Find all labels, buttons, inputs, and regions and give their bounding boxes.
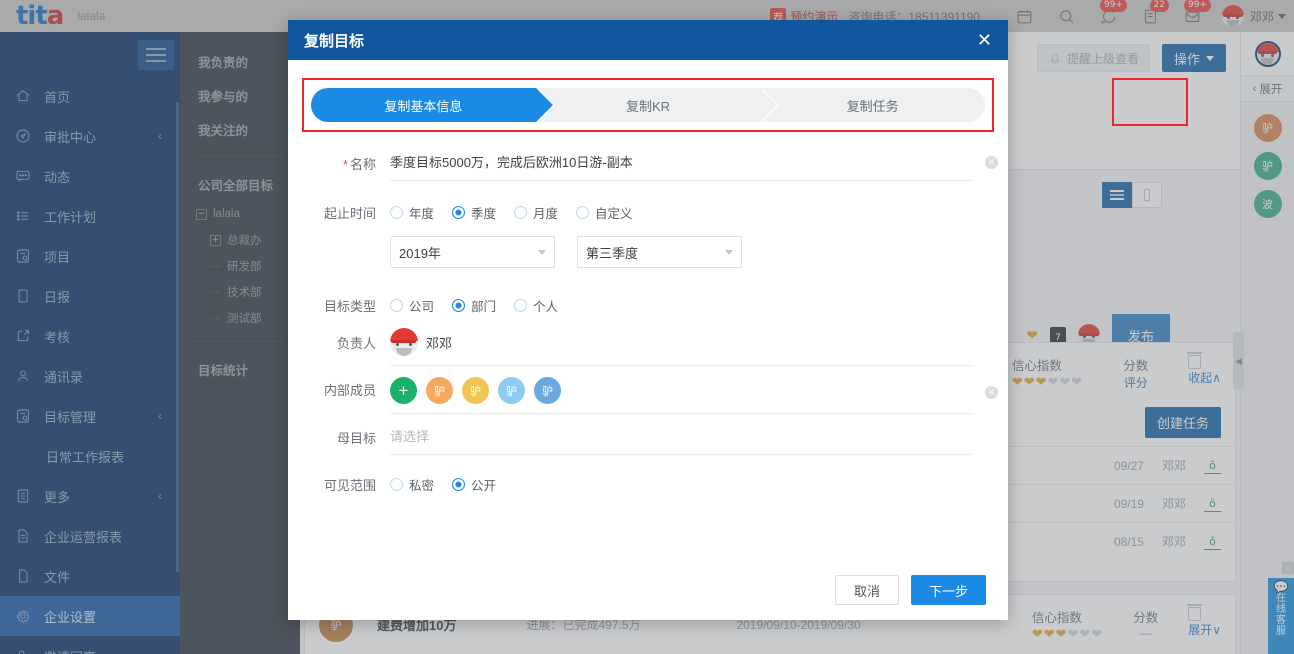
radio-visibility-private[interactable]: 私密 <box>390 475 434 494</box>
radio-label: 个人 <box>533 300 559 314</box>
dialog-body: * 名称 季度目标5000万，完成后欧洲10日游-副本 ✕ 起止时间 年度 季度 … <box>288 132 1008 560</box>
radio-period-month[interactable]: 月度 <box>514 203 558 222</box>
owner-value[interactable]: 邓邓 <box>390 325 974 366</box>
field-parent-goal: 母目标 请选择 <box>298 420 974 455</box>
cancel-button[interactable]: 取消 <box>834 575 899 605</box>
field-visibility: 可见范围 私密 公开 <box>298 467 974 498</box>
member-avatar[interactable]: 驴 <box>498 377 525 404</box>
step-label: 复制任务 <box>846 98 899 114</box>
radio-label: 私密 <box>409 479 435 493</box>
radio-label: 公司 <box>409 300 435 314</box>
radio-type-department[interactable]: 部门 <box>452 296 496 315</box>
dialog-footer: 取消 下一步 <box>288 560 1008 620</box>
cancel-label: 取消 <box>853 583 880 599</box>
avatar <box>390 328 418 356</box>
radio-circle-icon <box>576 206 590 219</box>
radio-circle-icon <box>514 299 528 312</box>
step-arrow-icon <box>535 88 553 122</box>
radio-circle-icon <box>452 299 466 312</box>
dialog-header: 复制目标 ✕ <box>288 20 1008 60</box>
radio-visibility-public[interactable]: 公开 <box>452 475 496 494</box>
step-arrow-icon <box>760 88 778 122</box>
year-value: 2019年 <box>399 245 441 261</box>
field-label: 可见范围 <box>323 478 376 493</box>
period-radio-group: 年度 季度 月度 自定义 <box>390 195 974 226</box>
step-label: 复制KR <box>625 98 671 114</box>
parent-goal-select[interactable]: 请选择 <box>390 420 974 455</box>
stepper-highlight: 复制基本信息 复制KR 复制任务 <box>302 78 994 132</box>
field-members: 内部成员 + 驴 驴 驴 驴 ✕ <box>298 372 998 414</box>
member-avatar[interactable]: 驴 <box>426 377 453 404</box>
field-goal-type: 目标类型 公司 部门 个人 <box>298 288 974 319</box>
step-copy-task[interactable]: 复制任务 <box>760 88 986 122</box>
period-selects: 2019年 第三季度 <box>390 236 974 268</box>
owner-name: 邓邓 <box>426 335 453 351</box>
close-icon[interactable]: ✕ <box>977 31 992 49</box>
radio-label: 公开 <box>471 479 497 493</box>
radio-label: 月度 <box>533 207 559 221</box>
app-root: tita lalala 荐 预约演示 咨询电话：18511391190 99+ … <box>0 0 1294 654</box>
radio-circle-icon <box>514 206 528 219</box>
radio-circle-icon <box>390 206 403 219</box>
field-name: * 名称 季度目标5000万，完成后欧洲10日游-副本 ✕ <box>298 146 998 181</box>
chevron-down-icon <box>538 249 546 255</box>
quarter-value: 第三季度 <box>586 245 639 261</box>
field-label: 内部成员 <box>323 383 376 398</box>
radio-type-company[interactable]: 公司 <box>390 296 434 315</box>
radio-circle-icon <box>452 206 466 219</box>
field-label: 目标类型 <box>323 299 376 314</box>
next-step-button[interactable]: 下一步 <box>910 575 986 605</box>
radio-circle-icon <box>390 478 403 491</box>
stepper: 复制基本信息 复制KR 复制任务 <box>311 88 986 122</box>
step-label: 复制基本信息 <box>384 98 463 114</box>
name-input[interactable]: 季度目标5000万，完成后欧洲10日游-副本 <box>390 146 974 181</box>
label-text: 名称 <box>349 157 376 172</box>
next-label: 下一步 <box>928 583 968 599</box>
field-period: 起止时间 年度 季度 月度 自定义 2019年 第三季度 <box>298 195 974 268</box>
required-marker: * <box>342 157 348 172</box>
member-avatar[interactable]: 驴 <box>462 377 489 404</box>
member-avatar[interactable]: 驴 <box>534 377 561 404</box>
radio-period-custom[interactable]: 自定义 <box>576 203 633 222</box>
step-basic-info[interactable]: 复制基本信息 <box>311 88 555 122</box>
year-select[interactable]: 2019年 <box>390 236 555 268</box>
field-label: 起止时间 <box>323 206 376 221</box>
clear-icon[interactable]: ✕ <box>985 156 998 169</box>
radio-label: 年度 <box>409 207 435 221</box>
radio-label: 季度 <box>471 207 497 221</box>
radio-circle-icon <box>390 299 403 312</box>
field-label: * 名称 <box>298 146 376 173</box>
step-copy-kr[interactable]: 复制KR <box>535 88 780 122</box>
chevron-down-icon <box>725 249 733 255</box>
quarter-select[interactable]: 第三季度 <box>577 236 742 268</box>
radio-label: 自定义 <box>595 207 633 221</box>
radio-circle-icon <box>452 478 466 491</box>
add-member-icon[interactable]: + <box>390 377 417 404</box>
visibility-radio-group: 私密 公开 <box>390 467 974 498</box>
radio-label: 部门 <box>471 300 497 314</box>
radio-period-year[interactable]: 年度 <box>390 203 434 222</box>
field-label: 负责人 <box>336 336 376 351</box>
copy-goal-dialog: 复制目标 ✕ 复制基本信息 复制KR 复制任务 * 名称 季度目标5000万，完… <box>288 20 1008 620</box>
members-list: + 驴 驴 驴 驴 <box>390 372 974 414</box>
radio-period-quarter[interactable]: 季度 <box>452 203 496 222</box>
goal-type-radio-group: 公司 部门 个人 <box>390 288 974 319</box>
dialog-title: 复制目标 <box>304 32 365 50</box>
field-label: 母目标 <box>336 431 376 446</box>
clear-icon[interactable]: ✕ <box>985 386 998 399</box>
radio-type-personal[interactable]: 个人 <box>514 296 558 315</box>
field-owner: 负责人 邓邓 <box>298 325 974 366</box>
